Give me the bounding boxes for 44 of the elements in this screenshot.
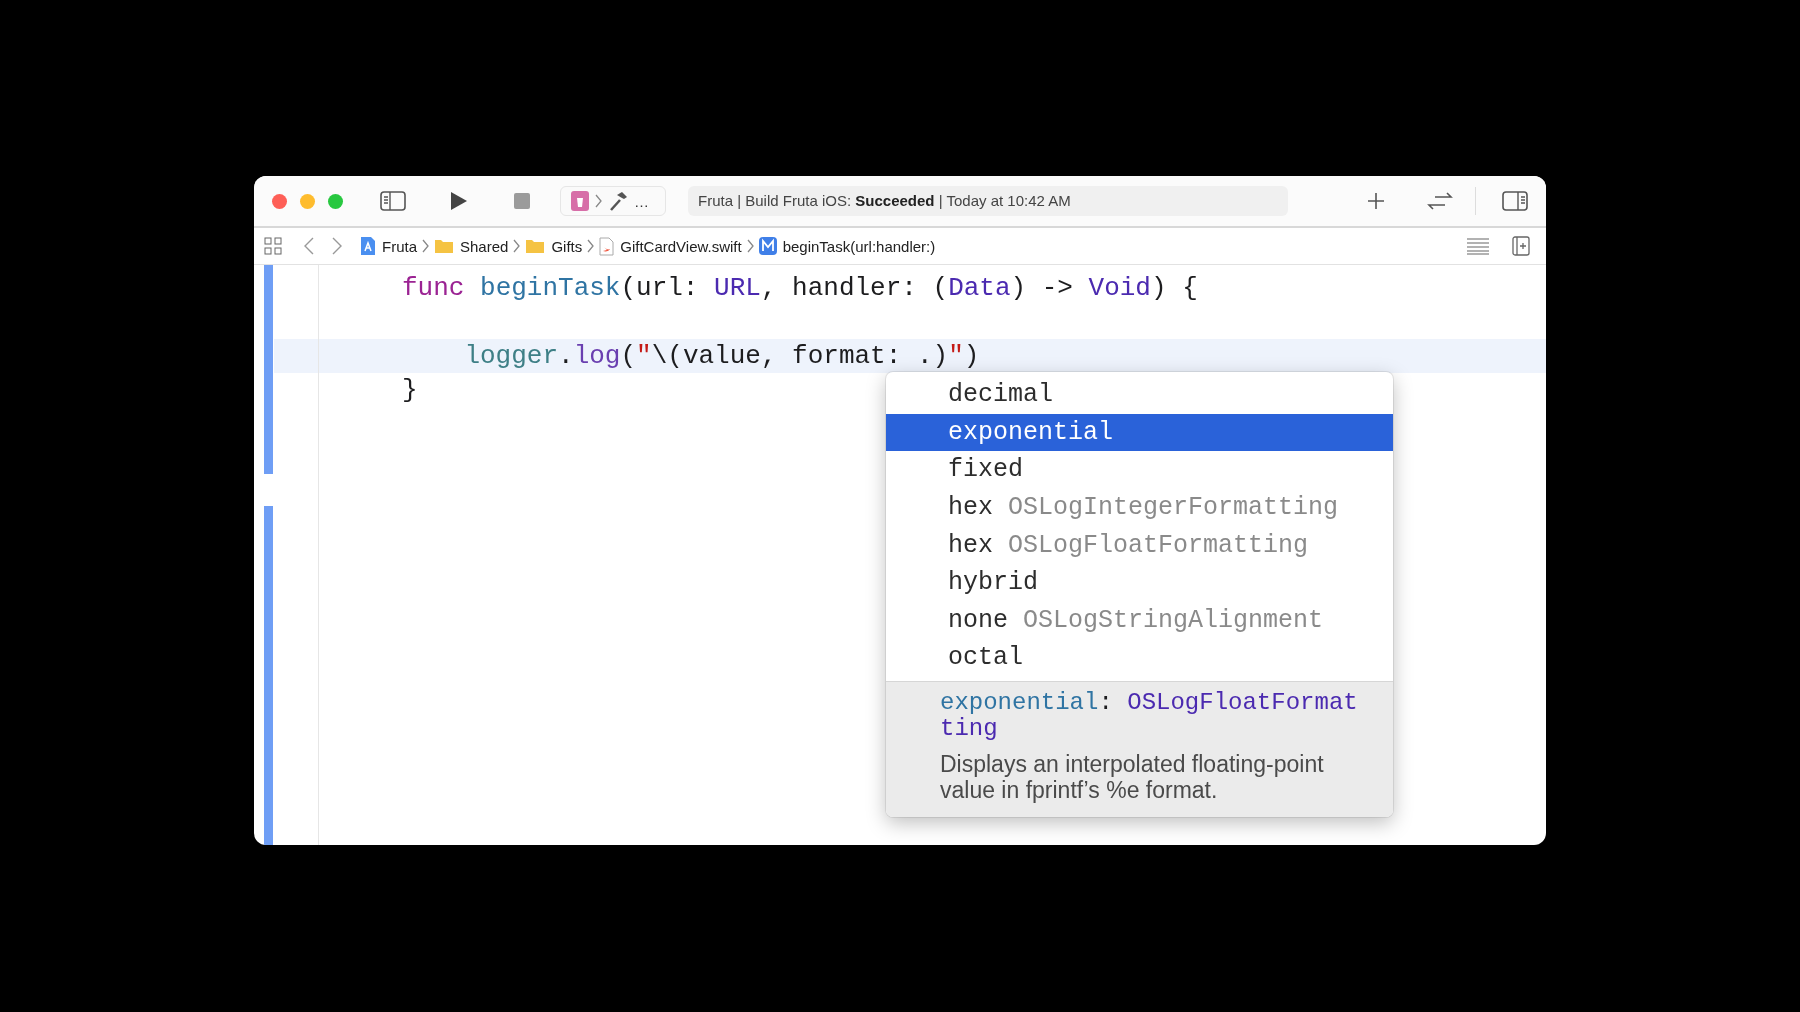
folder-icon bbox=[434, 238, 454, 254]
code-line: logger.log("\(value, format: .)") bbox=[463, 341, 980, 371]
swap-arrows-icon[interactable] bbox=[1427, 192, 1453, 210]
sidebar-icon[interactable] bbox=[380, 191, 406, 211]
breadcrumb-item[interactable]: beginTask(url:handler:) bbox=[758, 237, 936, 255]
hammer-icon bbox=[608, 191, 628, 211]
completion-item[interactable]: octal bbox=[886, 639, 1393, 677]
breadcrumb-item[interactable]: Gifts bbox=[525, 237, 583, 255]
completion-item[interactable]: hex OSLogFloatFormatting bbox=[886, 526, 1393, 564]
chevron-icon bbox=[422, 239, 429, 253]
swift-file-icon bbox=[599, 236, 615, 256]
completion-item[interactable]: hex OSLogIntegerFormatting bbox=[886, 488, 1393, 527]
chevron-icon bbox=[595, 194, 602, 208]
completion-item[interactable]: fixed bbox=[886, 451, 1393, 489]
chevron-icon bbox=[513, 239, 521, 253]
chevron-icon bbox=[746, 239, 754, 253]
inspector-icon[interactable] bbox=[1502, 191, 1528, 211]
completion-item[interactable]: decimal bbox=[886, 376, 1393, 414]
scheme-selector[interactable]: … bbox=[560, 186, 666, 216]
code-line: } bbox=[402, 375, 418, 405]
back-icon[interactable] bbox=[304, 237, 314, 255]
app-icon bbox=[571, 191, 589, 211]
completion-item[interactable]: exponential bbox=[886, 413, 1393, 452]
lines-icon[interactable] bbox=[1466, 237, 1490, 255]
activity-status: Fruta | Build Fruta iOS: Succeeded | Today at 10:42 AM bbox=[688, 186, 1288, 216]
grid-icon[interactable] bbox=[264, 237, 282, 255]
method-icon bbox=[758, 237, 777, 255]
signature-text: exponential: OSLogFloatFormatting bbox=[940, 689, 1359, 743]
add-icon[interactable] bbox=[1367, 192, 1385, 210]
code-line: func beginTask(url: URL, handler: (Data) -> Void) { bbox=[402, 273, 1198, 303]
completion-item[interactable]: none OSLogStringAlignment bbox=[886, 601, 1393, 640]
completion-item[interactable]: hybrid bbox=[886, 563, 1393, 602]
zoom-button[interactable] bbox=[328, 193, 343, 209]
breadcrumb-item[interactable]: Fruta bbox=[360, 236, 417, 256]
description-text: Displays an interpolated floating-point value in fprintf’s %e format. bbox=[940, 750, 1325, 804]
chevron-icon bbox=[587, 239, 595, 253]
forward-icon[interactable] bbox=[332, 237, 342, 255]
add-editor-icon[interactable] bbox=[1512, 236, 1530, 256]
breadcrumb-item[interactable]: Shared bbox=[434, 237, 509, 255]
folder-icon bbox=[525, 238, 546, 254]
close-button[interactable] bbox=[272, 193, 287, 209]
run-icon[interactable] bbox=[450, 191, 468, 211]
app-icon bbox=[360, 236, 376, 256]
breadcrumb-item[interactable]: GiftCardView.swift bbox=[599, 236, 742, 256]
